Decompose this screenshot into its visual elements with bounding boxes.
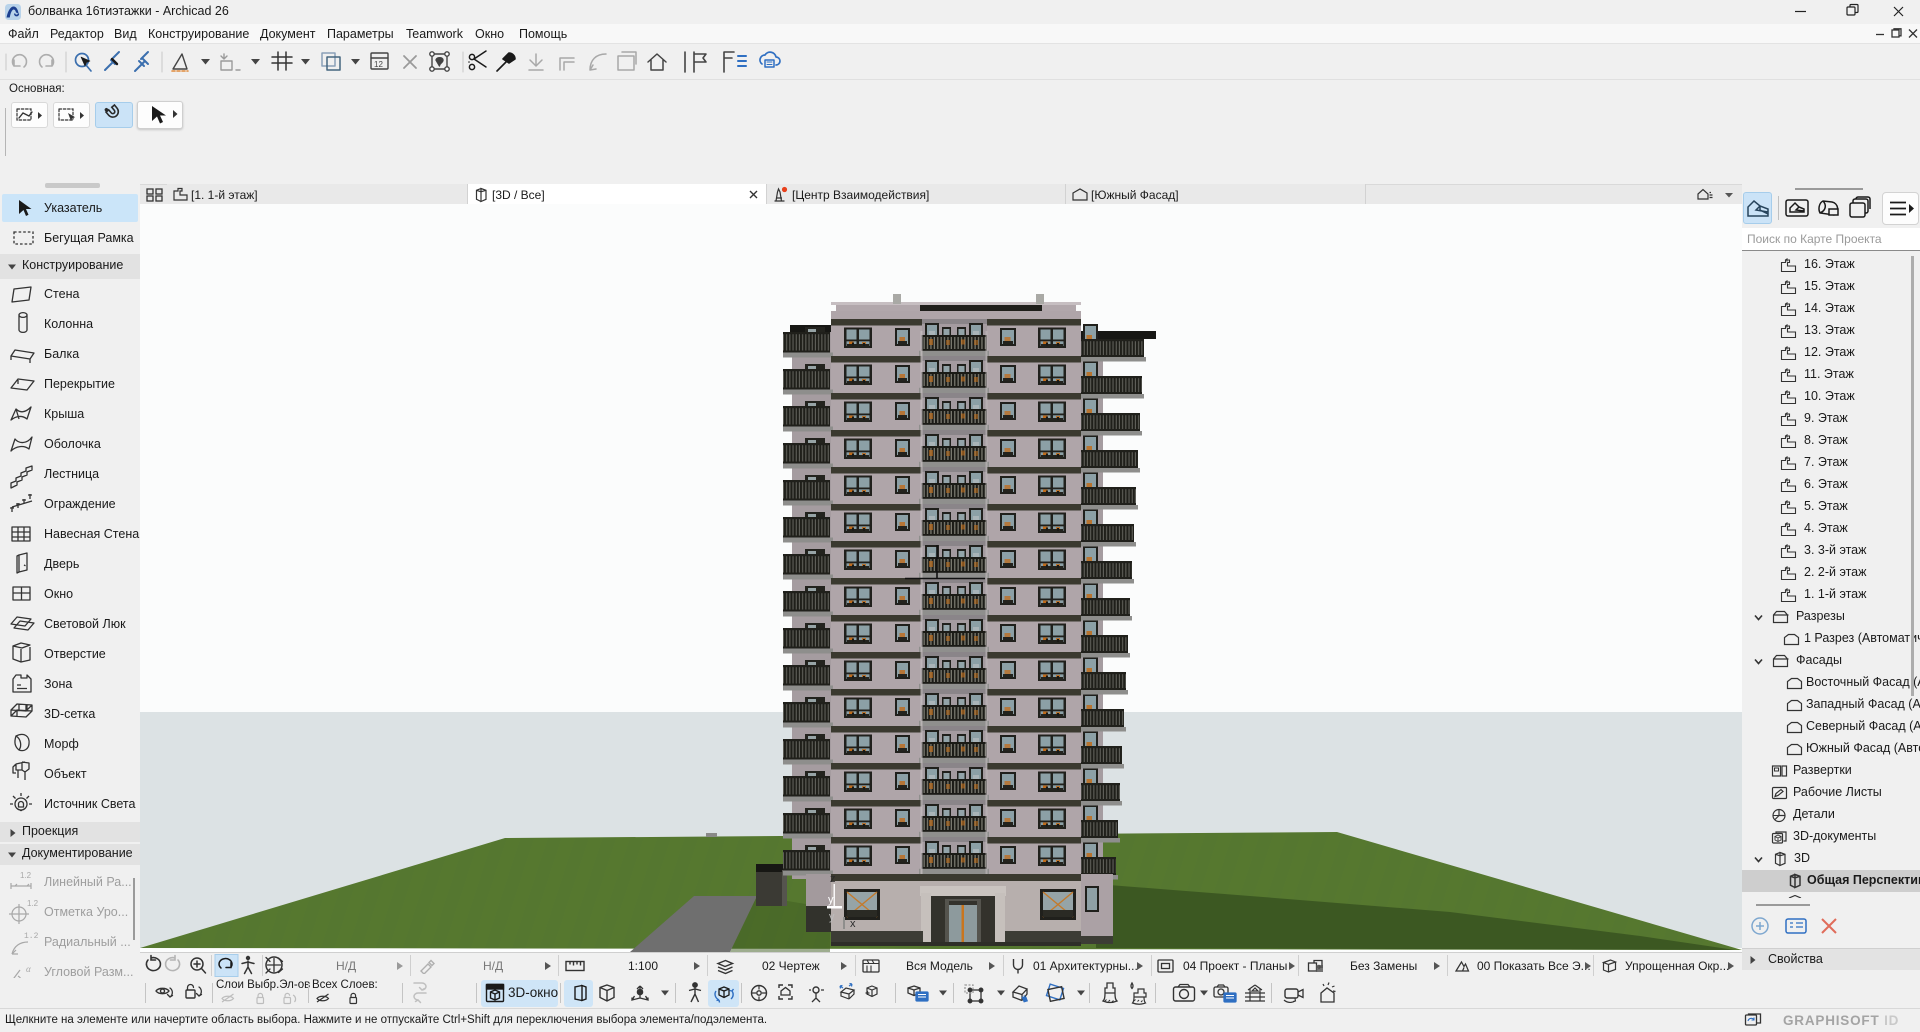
svg-text:y: y [828,894,834,906]
svg-text:1.2: 1.2 [24,932,38,941]
svg-text:1.2: 1.2 [20,871,32,880]
svg-text:1.2: 1.2 [27,899,38,908]
svg-text:12: 12 [374,60,383,69]
svg-text:α: α [26,964,31,974]
svg-text:x: x [850,918,856,930]
svg-text:y: y [829,911,835,923]
svg-text:z: z [830,873,836,885]
